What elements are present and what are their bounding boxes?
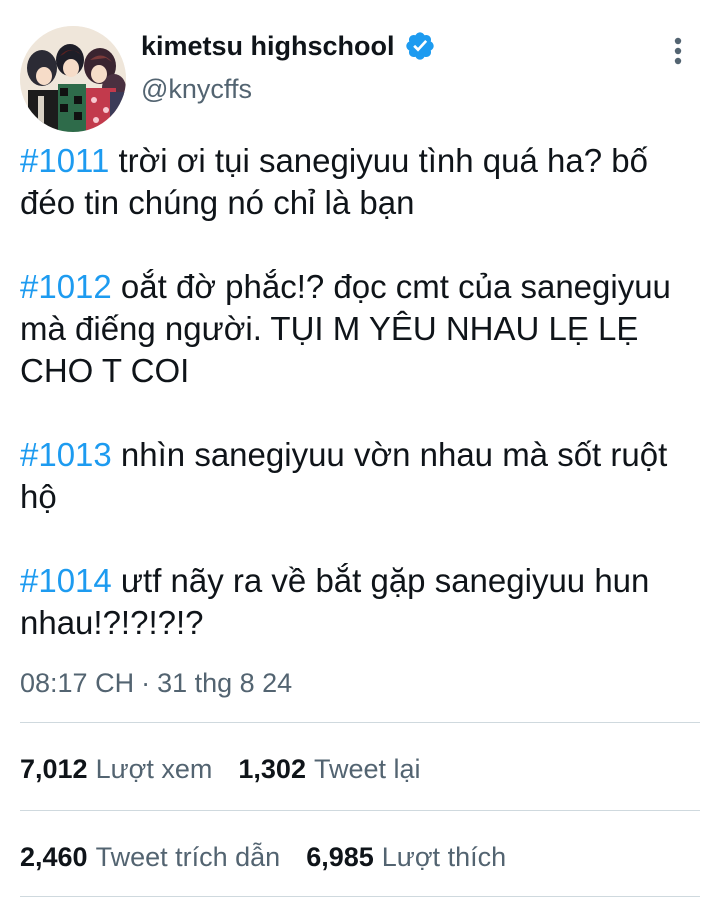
paragraph-text: ưtf nãy ra về bắt gặp sanegiyuu hun nhau… xyxy=(20,562,650,641)
likes-count: 6,985 xyxy=(306,842,374,872)
quotes-label: Tweet trích dẫn xyxy=(95,842,281,872)
hashtag-link[interactable]: #1011 xyxy=(20,142,109,179)
tweet-timestamp[interactable]: 08:17 CH · 31 thg 8 24 xyxy=(20,668,292,699)
hashtag-link[interactable]: #1012 xyxy=(20,268,112,305)
tweet-time: 08:17 CH xyxy=(20,668,135,698)
more-vertical-icon xyxy=(674,37,682,65)
divider xyxy=(20,722,700,723)
quotes-stat[interactable]: 2,460 Tweet trích dẫn xyxy=(20,842,280,873)
tweet-paragraph: #1013 nhìn sanegiyuu vờn nhau mà sốt ruộ… xyxy=(20,434,710,518)
display-name-text[interactable]: kimetsu highschool xyxy=(141,31,395,62)
tweet-paragraph: #1014 ưtf nãy ra về bắt gặp sanegiyuu hu… xyxy=(20,560,710,644)
paragraph-text: nhìn sanegiyuu vờn nhau mà sốt ruột hộ xyxy=(20,436,668,515)
anime-group-avatar-icon xyxy=(20,26,126,132)
tweet-date: 31 thg 8 24 xyxy=(157,668,293,698)
divider xyxy=(20,810,700,811)
quotes-count: 2,460 xyxy=(20,842,88,872)
retweets-stat[interactable]: 1,302 Tweet lại xyxy=(238,754,420,785)
tweet-paragraph: #1012 oắt đờ phắc!? đọc cmt của sanegiyu… xyxy=(20,266,710,392)
stats-row: 2,460 Tweet trích dẫn 6,985 Lượt thích xyxy=(20,842,532,873)
tweet-paragraph: #1011 trời ơi tụi sanegiyuu tình quá ha?… xyxy=(20,140,710,224)
retweets-label: Tweet lại xyxy=(313,754,421,784)
paragraph-text: oắt đờ phắc!? đọc cmt của sanegiyuu mà đ… xyxy=(20,268,671,389)
hashtag-link[interactable]: #1014 xyxy=(20,562,112,599)
handle[interactable]: @knycffs xyxy=(141,74,252,105)
paragraph-text: trời ơi tụi sanegiyuu tình quá ha? bố đé… xyxy=(20,142,648,221)
display-name[interactable]: kimetsu highschool xyxy=(141,30,436,62)
views-stat[interactable]: 7,012 Lượt xem xyxy=(20,754,212,785)
divider xyxy=(20,896,700,897)
likes-label: Lượt thích xyxy=(381,842,507,872)
stats-row: 7,012 Lượt xem 1,302 Tweet lại xyxy=(20,754,447,785)
avatar[interactable] xyxy=(20,26,126,132)
likes-stat[interactable]: 6,985 Lượt thích xyxy=(306,842,506,873)
views-count: 7,012 xyxy=(20,754,88,784)
views-label: Lượt xem xyxy=(95,754,213,784)
tweet-text: #1011 trời ơi tụi sanegiyuu tình quá ha?… xyxy=(20,140,710,644)
more-options-button[interactable] xyxy=(664,36,692,66)
hashtag-link[interactable]: #1013 xyxy=(20,436,112,473)
meta-separator: · xyxy=(141,668,151,698)
verified-badge-icon xyxy=(404,30,436,62)
retweets-count: 1,302 xyxy=(238,754,306,784)
